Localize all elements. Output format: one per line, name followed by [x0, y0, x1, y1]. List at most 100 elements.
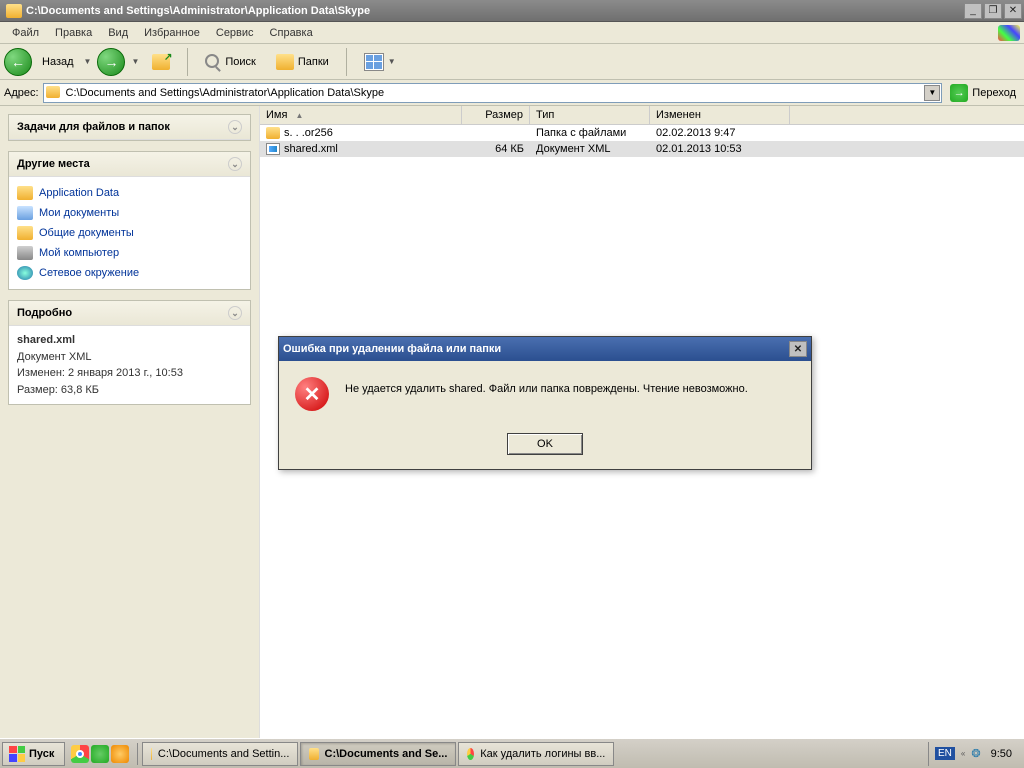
separator — [137, 743, 138, 765]
details-modified: Изменен: 2 января 2013 г., 10:53 — [17, 365, 242, 382]
sidebar-place-item[interactable]: Сетевое окружение — [17, 263, 242, 283]
window-title: C:\Documents and Settings\Administrator\… — [26, 5, 964, 17]
docs-icon — [17, 206, 33, 220]
views-button[interactable]: ▼ — [357, 50, 403, 74]
folder-icon — [309, 748, 318, 760]
windows-logo-icon — [9, 746, 25, 762]
menu-view[interactable]: Вид — [100, 25, 136, 41]
arrow-left-icon: ← — [11, 54, 25, 70]
sidebar-place-item[interactable]: Общие документы — [17, 223, 242, 243]
chevron-icon: ⌄ — [228, 306, 242, 320]
details-type: Документ XML — [17, 349, 242, 366]
details-panel-header[interactable]: Подробно ⌄ — [9, 301, 250, 326]
language-indicator[interactable]: EN — [935, 747, 955, 760]
search-label: Поиск — [225, 56, 255, 68]
utorrent-icon[interactable] — [91, 745, 109, 763]
xml-icon — [266, 143, 280, 155]
place-label: Мой компьютер — [39, 247, 119, 259]
minimize-button[interactable]: _ — [964, 3, 982, 19]
error-icon: ✕ — [295, 377, 329, 411]
folder-up-icon — [152, 54, 170, 70]
menu-favorites[interactable]: Избранное — [136, 25, 208, 41]
details-panel: Подробно ⌄ shared.xml Документ XML Измен… — [8, 300, 251, 405]
app-icon[interactable] — [111, 745, 129, 763]
dropdown-icon[interactable]: ▼ — [84, 57, 92, 66]
dropdown-icon: ▼ — [388, 57, 396, 66]
place-label: Мои документы — [39, 207, 119, 219]
separator — [187, 48, 188, 76]
sidebar-place-item[interactable]: Application Data — [17, 183, 242, 203]
ok-button[interactable]: OK — [507, 433, 583, 455]
go-icon: → — [950, 84, 968, 102]
places-panel-header[interactable]: Другие места ⌄ — [9, 152, 250, 177]
file-type: Документ XML — [530, 142, 650, 156]
start-button[interactable]: Пуск — [2, 742, 65, 766]
file-size — [462, 126, 530, 140]
search-button[interactable]: Поиск — [198, 51, 262, 73]
menu-file[interactable]: Файл — [4, 25, 47, 41]
address-input[interactable] — [43, 83, 943, 103]
folder-icon — [17, 186, 33, 200]
window-titlebar: C:\Documents and Settings\Administrator\… — [0, 0, 1024, 22]
taskbar-task[interactable]: C:\Documents and Settin... — [142, 742, 298, 766]
network-icon — [17, 266, 33, 280]
file-row[interactable]: shared.xml 64 КБДокумент XML02.01.2013 10… — [260, 141, 1024, 157]
sidebar-place-item[interactable]: Мой компьютер — [17, 243, 242, 263]
arrow-right-icon: → — [104, 54, 118, 70]
column-headers: Имя▲ Размер Тип Изменен — [260, 106, 1024, 125]
folder-icon — [151, 748, 152, 760]
tray-expand-icon[interactable]: « — [961, 749, 965, 758]
file-modified: 02.01.2013 10:53 — [650, 142, 790, 156]
col-modified[interactable]: Изменен — [650, 106, 790, 124]
back-button[interactable]: ← — [4, 48, 32, 76]
tasks-panel: Задачи для файлов и папок ⌄ — [8, 114, 251, 141]
sidebar-place-item[interactable]: Мои документы — [17, 203, 242, 223]
col-type[interactable]: Тип — [530, 106, 650, 124]
system-tray: EN « ❂ 9:50 — [928, 742, 1022, 766]
taskbar-task[interactable]: C:\Documents and Se... — [300, 742, 456, 766]
windows-flag-icon — [998, 25, 1020, 41]
folder-icon — [266, 127, 280, 139]
maximize-button[interactable]: ❐ — [984, 3, 1002, 19]
places-title: Другие места — [17, 158, 90, 170]
menu-edit[interactable]: Правка — [47, 25, 100, 41]
tasks-panel-header[interactable]: Задачи для файлов и папок ⌄ — [9, 115, 250, 140]
forward-button[interactable]: → — [97, 48, 125, 76]
task-label: C:\Documents and Settin... — [158, 748, 289, 760]
toolbar: ← Назад ▼ → ▼ Поиск Папки ▼ — [0, 44, 1024, 80]
taskbar-task[interactable]: Как удалить логины вв... — [458, 742, 614, 766]
up-button[interactable] — [145, 51, 177, 73]
address-dropdown[interactable]: ▼ — [924, 85, 940, 101]
close-button[interactable]: ✕ — [1004, 3, 1022, 19]
clock[interactable]: 9:50 — [987, 748, 1016, 760]
file-name: shared.xml — [284, 143, 338, 155]
back-label: Назад — [42, 56, 74, 68]
tray-icon[interactable]: ❂ — [971, 747, 980, 760]
dialog-close-button[interactable]: ✕ — [789, 341, 807, 357]
folders-button[interactable]: Папки — [269, 51, 336, 73]
sort-asc-icon: ▲ — [295, 111, 303, 120]
file-name: s. . .or256 — [284, 127, 333, 139]
folder-icon — [6, 4, 22, 18]
folders-icon — [276, 54, 294, 70]
menu-tools[interactable]: Сервис — [208, 25, 262, 41]
separator — [346, 48, 347, 76]
task-label: Как удалить логины вв... — [480, 748, 605, 760]
quick-launch — [67, 745, 133, 763]
tasks-title: Задачи для файлов и папок — [17, 121, 170, 133]
dropdown-icon[interactable]: ▼ — [131, 57, 139, 66]
menu-bar: Файл Правка Вид Избранное Сервис Справка — [0, 22, 1024, 44]
details-size: Размер: 63,8 КБ — [17, 382, 242, 399]
menu-help[interactable]: Справка — [262, 25, 321, 41]
file-row[interactable]: s. . .or256Папка с файлами02.02.2013 9:4… — [260, 125, 1024, 141]
place-label: Общие документы — [39, 227, 134, 239]
folder-icon — [17, 226, 33, 240]
col-name[interactable]: Имя▲ — [260, 106, 462, 124]
folders-label: Папки — [298, 56, 329, 68]
col-size[interactable]: Размер — [462, 106, 530, 124]
dialog-titlebar[interactable]: Ошибка при удалении файла или папки ✕ — [279, 337, 811, 361]
go-button[interactable]: → Переход — [946, 84, 1020, 102]
file-size: 64 КБ — [462, 142, 530, 156]
place-label: Сетевое окружение — [39, 267, 139, 279]
chrome-icon[interactable] — [71, 745, 89, 763]
